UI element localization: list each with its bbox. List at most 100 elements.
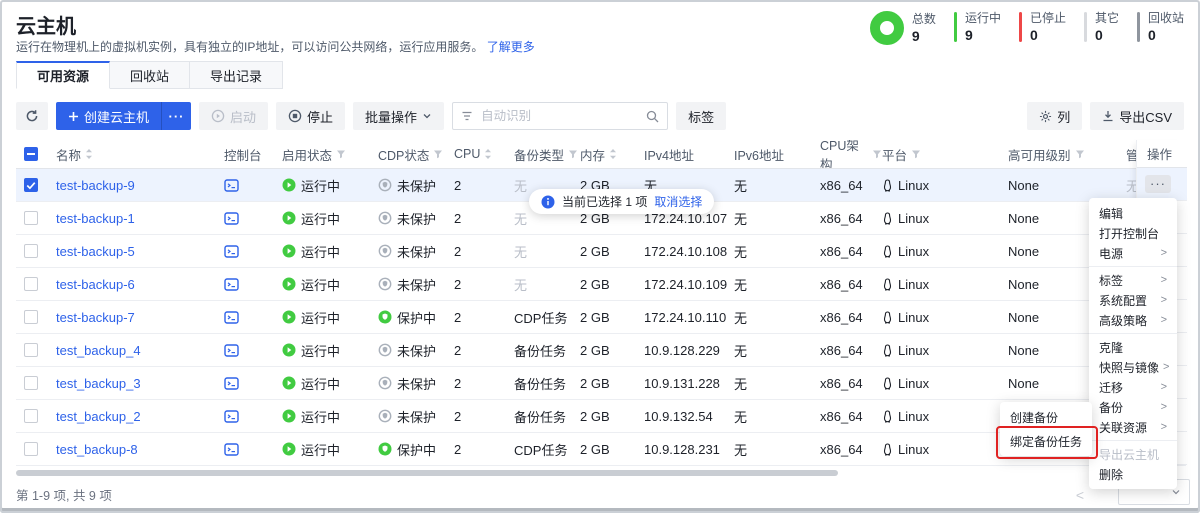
tab-recycle-bin[interactable]: 回收站 [110, 61, 190, 89]
linux-icon [882, 311, 893, 324]
tab-available-resources[interactable]: 可用资源 [16, 61, 110, 89]
select-all-checkbox[interactable] [24, 147, 38, 161]
filter-icon [568, 149, 578, 159]
tab-export-records[interactable]: 导出记录 [190, 61, 283, 89]
menu-item-backup[interactable]: 备份> [1089, 397, 1177, 417]
console-icon[interactable] [224, 245, 239, 258]
column-header-ipv6[interactable]: IPv6地址 [734, 145, 820, 164]
console-icon[interactable] [224, 377, 239, 390]
vm-name-link[interactable]: test_backup_2 [56, 409, 141, 424]
menu-item-power[interactable]: 电源> [1089, 243, 1177, 263]
vm-name-link[interactable]: test-backup-5 [56, 244, 135, 259]
refresh-button[interactable] [16, 102, 48, 130]
column-header-name[interactable]: 名称 [56, 145, 224, 164]
cpu-value-cell: 2 [454, 178, 514, 193]
status-cell: 运行中 [282, 341, 378, 360]
menu-item-label: 编辑 [1099, 205, 1123, 222]
row-actions-menu: 编辑打开控制台电源> 标签>系统配置>高级策略> 克隆快照与镜像>迁移>备份>关联资… [1089, 198, 1177, 489]
search-icon[interactable] [646, 110, 659, 123]
status-cell: 运行中 [282, 440, 378, 459]
column-header-cdp[interactable]: CDP状态 [378, 145, 454, 164]
menu-item-tags[interactable]: 标签> [1089, 270, 1177, 290]
stat-texts: 已停止0 [1030, 11, 1066, 43]
stop-button[interactable]: 停止 [276, 102, 345, 130]
learn-more-link[interactable]: 了解更多 [487, 40, 535, 54]
deselect-link[interactable]: 取消选择 [654, 193, 702, 210]
ipv6-value: 无 [734, 341, 747, 360]
row-checkbox[interactable] [24, 244, 38, 258]
stat-label: 运行中 [965, 11, 1001, 25]
row-checkbox[interactable] [24, 277, 38, 291]
row-checkbox[interactable] [24, 409, 38, 423]
search-input[interactable] [479, 108, 640, 124]
memory-value-cell: 2 GB [580, 277, 644, 292]
cpu-value-cell: 2 [454, 376, 514, 391]
create-vm-button[interactable]: 创建云主机 [56, 102, 161, 130]
menu-item-open-console[interactable]: 打开控制台 [1089, 223, 1177, 243]
submenu-item-bind-backup-task[interactable]: 绑定备份任务 [1000, 429, 1092, 453]
vm-name-link[interactable]: test-backup-9 [56, 178, 135, 193]
console-icon[interactable] [224, 311, 239, 324]
platform-label: Linux [898, 343, 929, 358]
column-header-platform[interactable]: 平台 [882, 145, 1008, 164]
horizontal-scrollbar[interactable] [16, 470, 838, 476]
stat-value: 9 [965, 28, 1001, 43]
chevron-right-icon: > [1163, 361, 1169, 373]
ha-level-value: None [1008, 277, 1039, 292]
menu-item-snapshot-image[interactable]: 快照与镜像> [1089, 357, 1177, 377]
console-icon[interactable] [224, 344, 239, 357]
row-checkbox[interactable] [24, 442, 38, 456]
ipv4-value: 172.24.10.110 [644, 310, 726, 325]
column-header-backup[interactable]: 备份类型 [514, 145, 580, 164]
column-header-label: 名称 [56, 145, 81, 164]
backup-type-value: 无 [514, 242, 527, 261]
row-checkbox-cell [16, 178, 56, 192]
menu-item-edit[interactable]: 编辑 [1089, 203, 1177, 223]
console-icon[interactable] [224, 278, 239, 291]
column-header-label: CPU架构 [820, 140, 868, 169]
console-icon[interactable] [224, 212, 239, 225]
stat-texts: 运行中 9 [965, 11, 1001, 43]
export-csv-button[interactable]: 导出CSV [1090, 102, 1184, 130]
batch-actions-button[interactable]: 批量操作 [353, 102, 444, 130]
menu-item-clone[interactable]: 克隆 [1089, 337, 1177, 357]
menu-item-delete[interactable]: 删除 [1089, 464, 1177, 484]
menu-item-migrate[interactable]: 迁移> [1089, 377, 1177, 397]
console-cell [224, 311, 282, 324]
console-icon[interactable] [224, 410, 239, 423]
cpu-arch-value: x86_64 [820, 409, 863, 424]
columns-button[interactable]: 列 [1027, 102, 1082, 130]
cpu-value: 2 [454, 442, 461, 457]
row-checkbox[interactable] [24, 343, 38, 357]
column-header-status[interactable]: 启用状态 [282, 145, 378, 164]
menu-item-system-config[interactable]: 系统配置> [1089, 290, 1177, 310]
filter-icon [433, 149, 443, 159]
start-button[interactable]: 启动 [199, 102, 268, 130]
console-icon[interactable] [224, 443, 239, 456]
linux-icon [882, 443, 893, 456]
cpu-value-cell: 2 [454, 244, 514, 259]
create-vm-more-button[interactable]: ··· [161, 102, 191, 130]
vm-name-link[interactable]: test_backup-8 [56, 442, 138, 457]
menu-item-related-resources[interactable]: 关联资源> [1089, 417, 1177, 437]
menu-item-advanced-policy[interactable]: 高级策略> [1089, 310, 1177, 330]
tag-button[interactable]: 标签 [676, 102, 726, 130]
row-checkbox[interactable] [24, 310, 38, 324]
column-header-console[interactable]: 控制台 [224, 145, 282, 164]
console-icon[interactable] [224, 179, 239, 192]
vm-name-link[interactable]: test_backup_3 [56, 376, 141, 391]
vm-name-link[interactable]: test-backup-7 [56, 310, 135, 325]
row-checkbox[interactable] [24, 376, 38, 390]
column-header-memory[interactable]: 内存 [580, 145, 644, 164]
submenu-item-create-backup[interactable]: 创建备份 [1000, 405, 1092, 429]
column-header-arch[interactable]: CPU架构 [820, 140, 882, 169]
row-checkbox[interactable] [24, 211, 38, 225]
vm-name-link[interactable]: test-backup-6 [56, 277, 135, 292]
column-header-ha[interactable]: 高可用级别 [1008, 145, 1126, 164]
row-checkbox[interactable] [24, 178, 38, 192]
row-actions-button[interactable]: ··· [1145, 175, 1171, 193]
vm-name-link[interactable]: test_backup_4 [56, 343, 141, 358]
column-header-ipv4[interactable]: IPv4地址 [644, 145, 734, 164]
vm-name-link[interactable]: test-backup-1 [56, 211, 135, 226]
column-header-cpu[interactable]: CPU [454, 147, 514, 161]
